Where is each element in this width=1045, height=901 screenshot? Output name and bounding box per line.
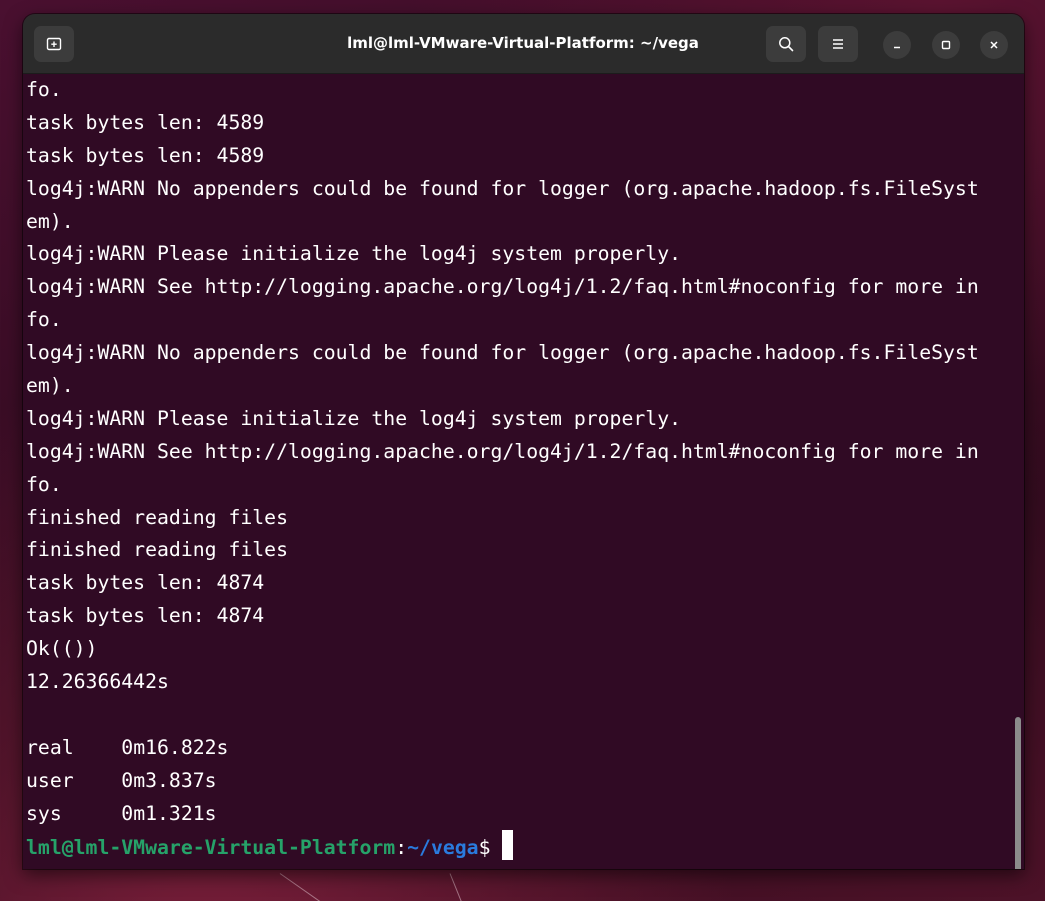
prompt-symbol: $ <box>478 836 503 860</box>
terminal-line: task bytes len: 4874 <box>26 571 265 595</box>
terminal-line: real 0m16.822s <box>26 735 229 759</box>
terminal-line: user 0m3.837s <box>26 768 217 792</box>
hamburger-menu-icon <box>833 39 843 49</box>
terminal-line: log4j:WARN See http://logging.apache.org… <box>26 275 979 299</box>
prompt-colon: : <box>395 836 408 860</box>
prompt-user-host: lml@lml-VMware-Virtual-Platform <box>26 836 396 860</box>
window-title: lml@lml-VMware-Virtual-Platform: ~/vega <box>347 34 699 52</box>
minimize-icon <box>894 46 900 49</box>
maximize-button[interactable] <box>932 31 960 59</box>
terminal-line: fo. <box>26 472 62 496</box>
terminal-line: log4j:WARN Please initialize the log4j s… <box>26 406 682 430</box>
new-tab-icon <box>46 37 62 51</box>
text-cursor <box>502 830 514 861</box>
terminal-line: Ok(()) <box>26 637 98 661</box>
terminal-output[interactable]: fo. task bytes len: 4589 task bytes len:… <box>23 74 1024 869</box>
terminal-line: sys 0m1.321s <box>26 801 217 825</box>
search-button[interactable] <box>766 26 806 62</box>
terminal-line: em). <box>26 374 74 398</box>
minimize-button[interactable] <box>883 31 911 59</box>
search-icon <box>779 37 794 52</box>
terminal-line: log4j:WARN See http://logging.apache.org… <box>26 439 979 463</box>
menu-button[interactable] <box>818 26 858 62</box>
terminal-line: fo. <box>26 308 62 332</box>
terminal-line: 12.26366442s <box>26 670 169 694</box>
terminal-line: log4j:WARN Please initialize the log4j s… <box>26 242 682 266</box>
desktop-decoration-line <box>449 873 463 901</box>
terminal-line: fo. <box>26 78 62 101</box>
terminal-line: task bytes len: 4589 <box>26 110 265 134</box>
desktop-decoration-line <box>279 873 330 901</box>
terminal-line: task bytes len: 4874 <box>26 604 265 628</box>
maximize-icon <box>941 40 951 50</box>
titlebar: lml@lml-VMware-Virtual-Platform: ~/vega <box>23 14 1024 74</box>
terminal-line: finished reading files <box>26 505 289 529</box>
new-tab-button[interactable] <box>34 26 74 62</box>
terminal-line: finished reading files <box>26 538 289 562</box>
terminal-line: task bytes len: 4589 <box>26 143 265 167</box>
prompt-line[interactable]: lml@lml-VMware-Virtual-Platform:~/vega$ <box>26 830 1024 863</box>
close-button[interactable] <box>980 31 1008 59</box>
terminal-line: log4j:WARN No appenders could be found f… <box>26 176 979 200</box>
terminal-line: em). <box>26 209 74 233</box>
terminal-window: lml@lml-VMware-Virtual-Platform: ~/vega <box>23 14 1024 869</box>
vertical-scrollbar[interactable] <box>1015 717 1021 869</box>
close-icon <box>990 41 998 49</box>
terminal-line: log4j:WARN No appenders could be found f… <box>26 341 979 365</box>
prompt-path: ~/vega <box>407 836 479 860</box>
